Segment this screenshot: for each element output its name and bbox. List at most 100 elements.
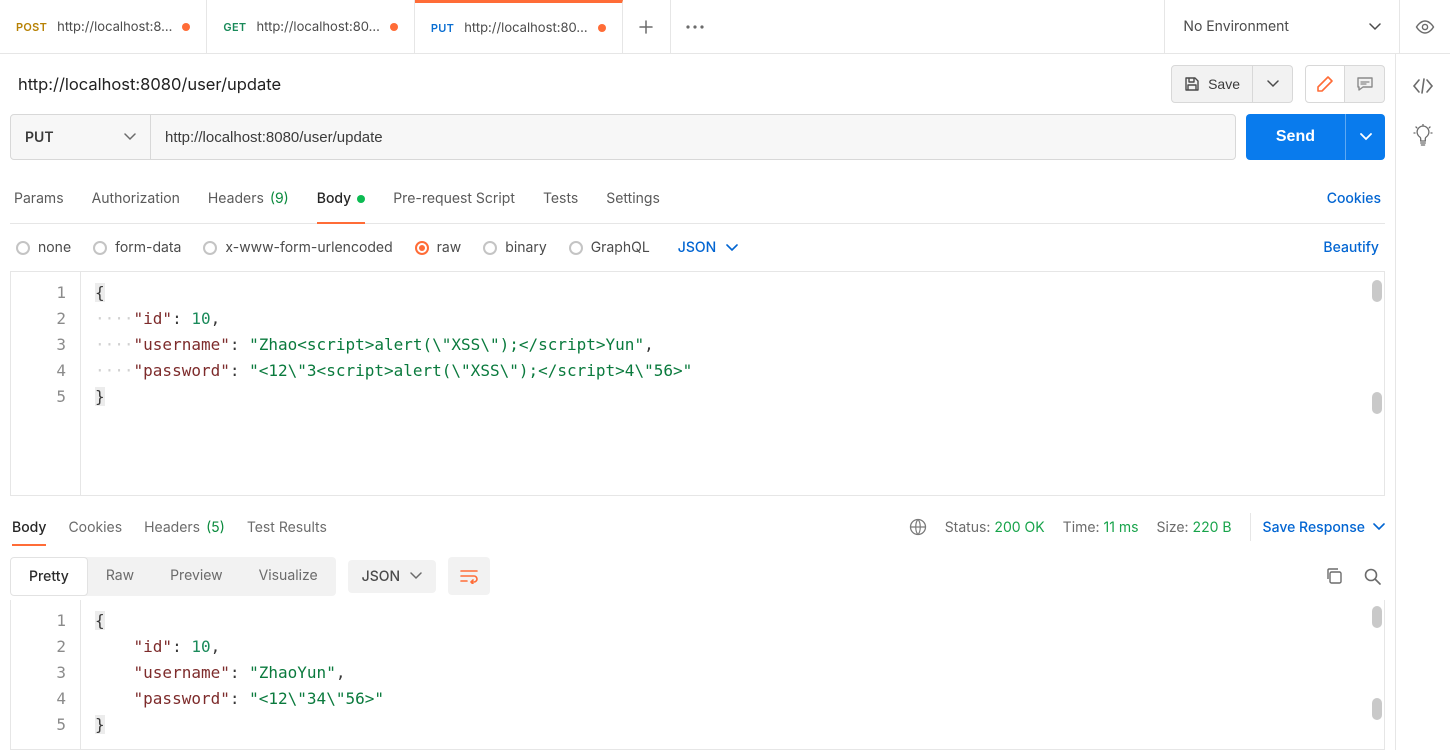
- view-raw[interactable]: Raw: [88, 557, 152, 596]
- body-mode-formdata[interactable]: form-data: [93, 239, 181, 256]
- save-label: Save: [1208, 76, 1240, 92]
- response-body-viewer[interactable]: 1 2 3 4 5 { "id": 10, "username": "ZhaoY…: [10, 600, 1385, 750]
- body-mode-graphql[interactable]: GraphQL: [569, 239, 650, 256]
- tab-body[interactable]: Body: [317, 174, 365, 223]
- code-token: "password": [134, 689, 230, 708]
- request-tab-2[interactable]: PUT http://localhost:80...: [415, 0, 623, 53]
- status: Status: 200 OK: [945, 519, 1045, 536]
- tab-authorization[interactable]: Authorization: [92, 174, 180, 223]
- new-tab-button[interactable]: [623, 0, 671, 53]
- code-token: ,: [644, 335, 654, 354]
- line-gutter: 1 2 3 4 5: [11, 272, 81, 495]
- tab-label: Authorization: [92, 190, 180, 207]
- code-token: }: [95, 387, 105, 406]
- body-mode-row: none form-data x-www-form-urlencoded raw…: [10, 224, 1385, 272]
- status-value: 200 OK: [994, 519, 1044, 536]
- tab-tests[interactable]: Tests: [543, 174, 578, 223]
- save-options-button[interactable]: [1253, 65, 1293, 103]
- response-format-select[interactable]: JSON: [348, 560, 436, 593]
- unsaved-dot-icon: [598, 24, 606, 32]
- body-mode-none[interactable]: none: [16, 239, 71, 256]
- send-options-button[interactable]: [1345, 114, 1385, 160]
- code-token: "username": [134, 663, 230, 682]
- request-body-editor[interactable]: 1 2 3 4 5 { ····"id": 10, ····"username"…: [10, 272, 1385, 496]
- radio-icon: [415, 241, 429, 255]
- scrollbar-thumb[interactable]: [1372, 280, 1382, 302]
- line-number: 4: [11, 358, 66, 384]
- environment-label: No Environment: [1183, 18, 1289, 35]
- response-tab-body[interactable]: Body: [12, 502, 46, 552]
- chevron-down-icon: [1267, 80, 1279, 88]
- send-button[interactable]: Send: [1246, 114, 1345, 160]
- extras-button-group: [1305, 65, 1385, 103]
- search-icon: [1363, 567, 1381, 585]
- chevron-down-icon: [1373, 523, 1385, 531]
- wrap-lines-button[interactable]: [448, 557, 490, 595]
- save-icon: [1184, 76, 1200, 92]
- body-mode-raw[interactable]: raw: [415, 239, 462, 256]
- code-token: :: [230, 335, 249, 354]
- method-select[interactable]: PUT: [11, 115, 151, 159]
- code-token: "Zhao<script>alert(\"XSS\");</script>Yun…: [249, 335, 644, 354]
- view-visualize[interactable]: Visualize: [241, 557, 336, 596]
- code-area[interactable]: { ····"id": 10, ····"username": "Zhao<sc…: [81, 272, 1384, 495]
- code-token: "<12\"34\"56>": [249, 689, 384, 708]
- radio-label: form-data: [115, 239, 181, 256]
- comments-button[interactable]: [1345, 65, 1385, 103]
- environment-select[interactable]: No Environment: [1165, 0, 1400, 53]
- plus-icon: [638, 19, 654, 35]
- tab-overflow-button[interactable]: [671, 0, 719, 53]
- code-snippet-button[interactable]: [1412, 78, 1434, 94]
- raw-format-select[interactable]: JSON: [678, 239, 738, 256]
- cookies-link[interactable]: Cookies: [1327, 190, 1385, 207]
- code-icon: [1412, 78, 1434, 94]
- view-preview[interactable]: Preview: [152, 557, 241, 596]
- view-pretty[interactable]: Pretty: [10, 557, 88, 596]
- code-area[interactable]: { "id": 10, "username": "ZhaoYun", "pass…: [81, 600, 1384, 749]
- tab-prerequest[interactable]: Pre-request Script: [393, 174, 515, 223]
- method-url-field: PUT: [10, 114, 1236, 160]
- body-mode-binary[interactable]: binary: [483, 239, 546, 256]
- code-token: :: [230, 361, 249, 380]
- request-name[interactable]: http://localhost:8080/user/update: [10, 74, 1159, 94]
- code-token: {: [95, 611, 105, 630]
- tab-params[interactable]: Params: [14, 174, 64, 223]
- code-token: :: [172, 309, 191, 328]
- globe-icon[interactable]: [909, 518, 927, 536]
- search-button[interactable]: [1363, 567, 1381, 585]
- radio-label: raw: [437, 239, 462, 256]
- edit-button[interactable]: [1305, 65, 1345, 103]
- eye-icon: [1415, 20, 1435, 34]
- format-label: JSON: [678, 239, 716, 256]
- copy-button[interactable]: [1325, 567, 1343, 585]
- url-input[interactable]: [151, 115, 1235, 159]
- response-tab-tests[interactable]: Test Results: [247, 502, 327, 552]
- code-token: {: [95, 283, 105, 302]
- line-number: 2: [11, 634, 66, 660]
- save-response-button[interactable]: Save Response: [1250, 513, 1385, 541]
- beautify-button[interactable]: Beautify: [1323, 239, 1385, 256]
- response-tab-cookies[interactable]: Cookies: [68, 502, 122, 552]
- response-meta: Status: 200 OK Time: 11 ms Size: 220 B S…: [909, 513, 1385, 541]
- request-tab-1[interactable]: GET http://localhost:80...: [207, 0, 414, 53]
- lightbulb-button[interactable]: [1413, 124, 1433, 146]
- tab-settings[interactable]: Settings: [606, 174, 660, 223]
- modified-dot-icon: [357, 195, 365, 203]
- tab-headers[interactable]: Headers (9): [208, 174, 289, 223]
- request-tab-0[interactable]: POST http://localhost:8...: [0, 0, 207, 53]
- wrap-icon: [459, 568, 479, 584]
- scrollbar-thumb[interactable]: [1372, 392, 1382, 414]
- tab-label: Settings: [606, 190, 660, 207]
- scrollbar-thumb[interactable]: [1372, 698, 1382, 720]
- environment-quicklook-button[interactable]: [1400, 20, 1450, 34]
- code-token: :: [172, 637, 191, 656]
- body-mode-xform[interactable]: x-www-form-urlencoded: [203, 239, 392, 256]
- right-rail: [1395, 54, 1450, 750]
- response-tab-headers[interactable]: Headers (5): [144, 502, 225, 552]
- meta-label: Status:: [945, 519, 991, 536]
- lightbulb-icon: [1413, 124, 1433, 146]
- save-button[interactable]: Save: [1171, 65, 1253, 103]
- response-tools: [1325, 567, 1385, 585]
- scrollbar-thumb[interactable]: [1372, 606, 1382, 628]
- unsaved-dot-icon: [390, 23, 398, 31]
